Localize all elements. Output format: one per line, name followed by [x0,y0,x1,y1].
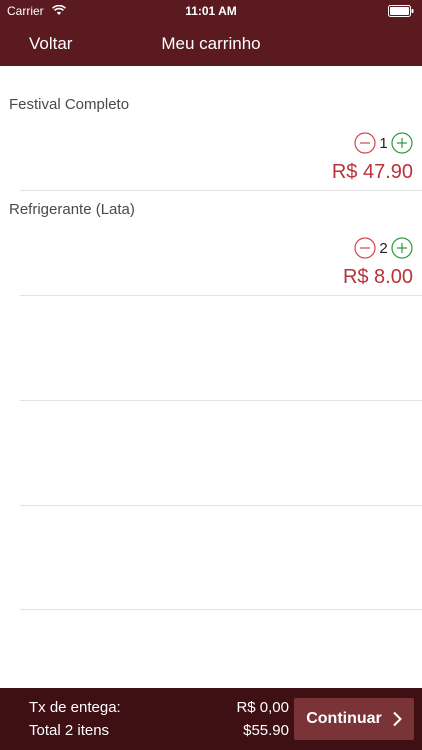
row-divider [20,505,422,506]
minus-circle-icon[interactable] [354,237,376,259]
cart-item-row: Festival Completo 1 R$ 47.90 [0,66,422,183]
quantity-value: 2 [379,239,388,257]
quantity-stepper: 2 [354,237,413,259]
quantity-stepper: 1 [354,132,413,154]
total-value: $55.90 [243,722,289,739]
plus-circle-icon[interactable] [391,132,413,154]
cart-item-row: Refrigerante (Lata) 2 R$ 8.00 [0,171,422,288]
screen: Carrier 11:01 AM Voltar Meu carrinho Fes… [0,0,422,750]
status-time: 11:01 AM [185,4,237,18]
nav-bar: Voltar Meu carrinho [0,22,422,66]
row-divider [20,609,422,610]
plus-circle-icon[interactable] [391,237,413,259]
total-label: Total 2 itens [29,722,110,739]
minus-circle-icon[interactable] [354,132,376,154]
item-price: R$ 8.00 [342,266,413,288]
battery-icon [388,5,414,17]
continue-button[interactable]: Continuar [294,698,414,740]
chevron-right-icon [393,711,402,727]
cart-list: Festival Completo 1 R$ 47.90 Refrigerant… [0,66,422,688]
row-divider [20,295,422,296]
top-bar: Carrier 11:01 AM Voltar Meu carrinho [0,0,422,66]
delivery-fee-value: R$ 0,00 [236,699,289,716]
row-divider [20,400,422,401]
quantity-value: 1 [379,134,388,152]
continue-label: Continuar [306,710,382,727]
item-name: Refrigerante (Lata) [9,201,135,218]
checkout-bar: Tx de entega: R$ 0,00 Total 2 itens $55.… [0,688,422,750]
delivery-fee-label: Tx de entega: [29,699,121,716]
item-name: Festival Completo [9,96,130,113]
status-bar: Carrier 11:01 AM [0,0,422,22]
page-title: Meu carrinho [161,34,261,53]
